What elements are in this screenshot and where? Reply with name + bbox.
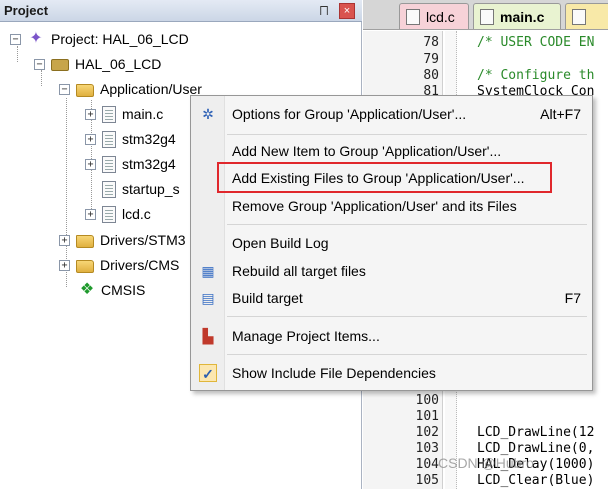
menu-item-options-for-group[interactable]: ✲ Options for Group 'Application/User'..… [191,101,592,127]
tree-file-label: startup_s [122,181,180,197]
line-number: 79 [423,52,439,67]
manage-items-icon: ▙ [202,328,214,344]
menu-item-label: Manage Project Items... [232,328,380,344]
expand-icon[interactable]: + [59,234,70,246]
tab-main-c[interactable]: main.c [473,3,561,29]
folder-icon [76,234,94,248]
expand-icon[interactable]: + [85,108,96,120]
tree-target-label: HAL_06_LCD [75,56,162,72]
tree-group-label: Drivers/CMS [100,257,180,273]
menu-item-label: Add New Item to Group 'Application/User'… [232,143,502,159]
menu-item-label: Open Build Log [232,235,329,251]
tree-project-label: Project: HAL_06_LCD [51,31,189,47]
tab-label: lcd.c [426,8,455,25]
project-panel-header: Project ⨅ × [0,0,362,22]
menu-item-manage-project-items[interactable]: ▙ Manage Project Items... [191,323,592,349]
editor-tab-bar: lcd.c main.c [363,0,608,30]
file-icon [102,130,116,148]
file-icon [102,105,116,123]
file-icon [406,9,420,25]
cmsis-icon: ❖ [79,281,95,298]
menu-item-remove-group[interactable]: Remove Group 'Application/User' and its … [191,193,592,219]
tree-file-label: stm32g4 [122,156,176,172]
line-number: 104 [415,457,439,472]
menu-item-build-target[interactable]: ▤ Build target F7 [191,285,592,311]
menu-item-label: Remove Group 'Application/User' and its … [232,198,517,214]
menu-item-rebuild-all[interactable]: ▦ Rebuild all target files [191,258,592,284]
line-number: 78 [423,35,439,50]
tree-cmsis[interactable]: ❖ CMSIS [79,279,146,301]
expand-icon[interactable]: + [59,259,70,271]
line-number: 100 [415,393,439,408]
line-number: 103 [415,441,439,456]
file-icon [102,155,116,173]
tree-group-label: Application/User [100,81,202,97]
tree-project-root[interactable]: − ✦ Project: HAL_06_LCD [10,28,189,50]
tree-target[interactable]: − HAL_06_LCD [34,53,161,75]
project-icon: ✦ [29,30,43,47]
tree-group-application-user[interactable]: − Application/User [59,78,202,100]
file-icon [480,9,494,25]
tab-lcd-c[interactable]: lcd.c [399,3,469,29]
expand-icon[interactable]: + [85,158,96,170]
close-icon[interactable]: × [339,3,355,19]
tree-file[interactable]: + stm32g4 [85,153,176,175]
tree-file-label: main.c [122,106,164,122]
tab-label: main.c [500,8,545,25]
menu-item-show-include-deps[interactable]: ✓ Show Include File Dependencies [191,360,592,386]
menu-item-open-build-log[interactable]: Open Build Log [191,230,592,256]
target-icon [51,59,69,71]
highlight-box [217,162,552,193]
options-icon: ✲ [202,106,214,122]
tree-cmsis-label: CMSIS [101,282,146,298]
menu-item-add-new-item[interactable]: Add New Item to Group 'Application/User'… [191,138,592,164]
collapse-icon[interactable]: − [59,83,70,95]
line-number: 101 [415,409,439,424]
context-menu: ✲ Options for Group 'Application/User'..… [190,95,593,391]
tree-group-drivers-stm[interactable]: + Drivers/STM3 [59,229,186,251]
watermark: CSDN @Hubro [438,455,534,471]
menu-separator [227,224,587,225]
tree-group-label: Drivers/STM3 [100,232,186,248]
expand-icon[interactable]: + [85,133,96,145]
menu-separator [227,316,587,317]
checkmark-icon: ✓ [199,364,217,382]
line-number: 80 [423,68,439,83]
code-line[interactable]: LCD_DrawLine(0, [477,441,594,456]
pin-icon[interactable]: ⨅ [317,4,331,18]
code-line[interactable]: LCD_DrawLine(12 [477,425,594,440]
menu-item-label: Rebuild all target files [232,263,366,279]
menu-separator [227,354,587,355]
folder-icon [76,83,94,97]
menu-item-shortcut: Alt+F7 [540,106,581,122]
project-panel-title: Project [4,3,49,18]
file-icon [102,180,116,198]
tree-file[interactable]: startup_s [102,178,180,200]
tab-overflow[interactable] [565,3,608,29]
rebuild-icon: ▦ [201,263,215,279]
tree-file-label: lcd.c [122,206,151,222]
code-line[interactable]: /* Configure th [477,68,594,83]
line-number: 105 [415,473,439,488]
tree-file[interactable]: + stm32g4 [85,128,176,150]
menu-item-label: Show Include File Dependencies [232,365,436,381]
collapse-icon[interactable]: − [10,33,21,45]
line-number: 102 [415,425,439,440]
tree-file[interactable]: + main.c [85,103,163,125]
menu-item-shortcut: F7 [564,290,581,306]
build-icon: ▤ [201,290,215,306]
collapse-icon[interactable]: − [34,58,45,70]
menu-separator [227,134,587,135]
menu-item-label: Build target [232,290,303,306]
expand-icon[interactable]: + [85,208,96,220]
file-icon [572,9,586,25]
menu-item-label: Options for Group 'Application/User'... [232,106,467,122]
tree-file[interactable]: + lcd.c [85,203,151,225]
tree-file-label: stm32g4 [122,131,176,147]
tree-group-drivers-cms[interactable]: + Drivers/CMS [59,254,179,276]
folder-icon [76,259,94,273]
file-icon [102,205,116,223]
code-line[interactable]: /* USER CODE EN [477,35,594,50]
code-line[interactable]: LCD_Clear(Blue) [477,473,594,488]
